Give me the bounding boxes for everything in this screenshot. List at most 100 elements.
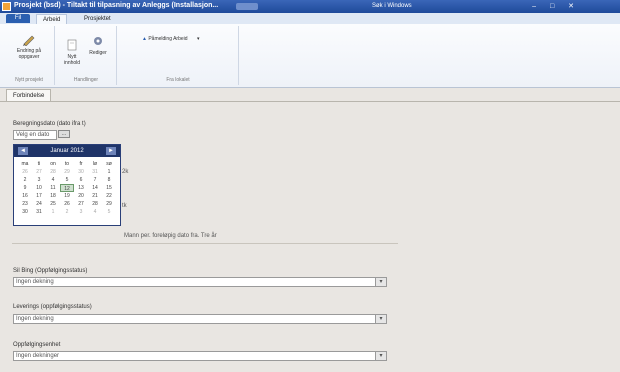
app-icon[interactable] <box>2 2 11 11</box>
weekday-header: sø <box>106 161 112 167</box>
calendar-day[interactable]: 5 <box>102 208 116 216</box>
calendar-day[interactable]: 9 <box>18 184 32 192</box>
calendar-day[interactable]: 10 <box>32 184 46 192</box>
calendar-day[interactable]: 4 <box>46 176 60 184</box>
calendar-day[interactable]: 26 <box>60 200 74 208</box>
calendar-day[interactable]: 16 <box>18 192 32 200</box>
divider <box>12 243 398 244</box>
calendar-day[interactable]: 24 <box>32 200 46 208</box>
calendar-week: 26 27 28 29 30 31 1 <box>18 168 118 176</box>
calendar-day[interactable]: 14 <box>88 184 102 192</box>
calendar-day[interactable]: 30 <box>18 208 32 216</box>
calendar-month-label: Januar 2012 <box>50 148 84 154</box>
partial-text-2: tk <box>122 203 127 209</box>
select-field-2[interactable]: Ingen dekning ▾ <box>13 314 387 324</box>
ribbon-group-label: Fra lokalet <box>166 77 190 83</box>
calendar-day[interactable]: 4 <box>88 208 102 216</box>
window-controls[interactable]: – □ ✕ <box>532 2 580 10</box>
calendar-day[interactable]: 23 <box>18 200 32 208</box>
calendar-day[interactable]: 26 <box>18 168 32 176</box>
calendar-day[interactable]: 2 <box>18 176 32 184</box>
form-content: Beregningsdato (dato ifra t) Velg en dat… <box>0 101 620 372</box>
chevron-down-icon: ▾ <box>196 36 200 42</box>
file-tab[interactable]: Fil <box>6 14 30 23</box>
partial-line-text: Mann per. foreløpig dato fra. Tre år <box>124 233 217 239</box>
calendar-day-today[interactable]: 12 <box>60 184 74 192</box>
weekday-header-row: ma ti on to fr lø sø <box>18 160 118 168</box>
weekday-header: ti <box>37 161 41 167</box>
calendar-day[interactable]: 2 <box>60 208 74 216</box>
select-field-3[interactable]: Ingen dekninger ▾ <box>13 351 387 361</box>
ribbon-group-label: Nytt prosjekt <box>15 77 43 83</box>
prev-month-button[interactable]: ◄ <box>18 147 28 155</box>
calendar-day[interactable]: 27 <box>74 200 88 208</box>
calendar-day[interactable]: 31 <box>88 168 102 176</box>
window-search[interactable]: Søk i Windows <box>372 3 412 9</box>
signup-button[interactable]: ▲ Påmelding Arbeid ▾ <box>142 36 212 42</box>
pencil-icon <box>23 35 35 46</box>
calendar-day[interactable]: 17 <box>32 192 46 200</box>
calendar-day[interactable]: 27 <box>32 168 46 176</box>
calendar-day[interactable]: 31 <box>32 208 46 216</box>
weekday-header: fr <box>79 161 83 167</box>
edit-tasks-label: Endring på oppgaver <box>16 48 42 60</box>
chevron-down-icon[interactable]: ▾ <box>375 315 386 323</box>
calendar-day[interactable]: 1 <box>46 208 60 216</box>
new-content-label: Nytt innhold <box>63 54 81 66</box>
calendar-day[interactable]: 19 <box>60 192 74 200</box>
edit-tasks-button[interactable]: Endring på oppgaver <box>6 32 52 60</box>
date-picker-popup: ◄ Januar 2012 ► ma ti on to fr lø sø 26 … <box>13 144 121 226</box>
chevron-down-icon[interactable]: ▾ <box>375 352 386 360</box>
ribbon: Endring på oppgaver Nytt prosjekt Nytt i… <box>0 24 620 88</box>
calendar-day[interactable]: 3 <box>32 176 46 184</box>
weekday-header: ma <box>21 161 29 167</box>
new-content-button[interactable]: Nytt innhold <box>62 38 82 66</box>
calendar-week: 2 3 4 5 6 7 8 <box>18 176 118 184</box>
calendar-button[interactable]: ... <box>58 130 70 138</box>
calendar-day[interactable]: 5 <box>60 176 74 184</box>
signup-label: Påmelding Arbeid <box>148 36 188 42</box>
calendar-day[interactable]: 30 <box>74 168 88 176</box>
calendar-day[interactable]: 18 <box>46 192 60 200</box>
calendar-day[interactable]: 22 <box>102 192 116 200</box>
window-title: Prosjekt (bsd) - Tiltakt til tilpasning … <box>14 2 219 9</box>
arrow-up-icon: ▲ <box>142 36 147 42</box>
date-input[interactable]: Velg en dato <box>13 130 57 140</box>
field-label-2: Leverings (oppfølgingsstatus) <box>13 304 92 310</box>
next-month-button[interactable]: ► <box>106 147 116 155</box>
select-field-1[interactable]: Ingen dekning ▾ <box>13 277 387 287</box>
calendar-day[interactable]: 13 <box>74 184 88 192</box>
weekday-header: to <box>64 161 70 167</box>
ribbon-group-actions: Nytt innhold Rediger Handlinger <box>56 26 117 85</box>
calendar-day[interactable]: 8 <box>102 176 116 184</box>
edit-button[interactable]: Rediger <box>86 34 110 56</box>
calendar-week: 16 17 18 19 20 21 22 <box>18 192 118 200</box>
calendar-day[interactable]: 20 <box>74 192 88 200</box>
select-value-3: Ingen dekninger <box>16 353 60 359</box>
select-value-2: Ingen dekning <box>16 316 54 322</box>
calendar-day[interactable]: 29 <box>102 200 116 208</box>
calendar-day[interactable]: 28 <box>46 168 60 176</box>
calendar-day[interactable]: 1 <box>102 168 116 176</box>
calendar-day[interactable]: 25 <box>46 200 60 208</box>
calendar-day[interactable]: 11 <box>46 184 60 192</box>
ribbon-group-new: Endring på oppgaver Nytt prosjekt <box>4 26 55 85</box>
document-icon <box>67 39 77 51</box>
calendar-day[interactable]: 7 <box>88 176 102 184</box>
quick-access-toolbar[interactable] <box>236 3 258 10</box>
select-value-1: Ingen dekning <box>16 279 54 285</box>
calendar-day[interactable]: 28 <box>88 200 102 208</box>
calendar-day[interactable]: 15 <box>102 184 116 192</box>
chevron-down-icon[interactable]: ▾ <box>375 278 386 286</box>
weekday-header: on <box>50 161 56 167</box>
calendar-day[interactable]: 6 <box>74 176 88 184</box>
field-label-1: Sil Bing (Oppfølgingsstatus) <box>13 268 88 274</box>
calendar-week: 23 24 25 26 27 28 29 <box>18 200 118 208</box>
settings-icon <box>94 37 102 45</box>
calendar-day[interactable]: 21 <box>88 192 102 200</box>
tab-prosjektet[interactable]: Prosjektet <box>78 14 117 24</box>
partial-text-1: 2k <box>122 169 129 175</box>
calendar-day[interactable]: 29 <box>60 168 74 176</box>
calendar-day[interactable]: 3 <box>74 208 88 216</box>
title-bar: Prosjekt (bsd) - Tiltakt til tilpasning … <box>0 0 620 13</box>
